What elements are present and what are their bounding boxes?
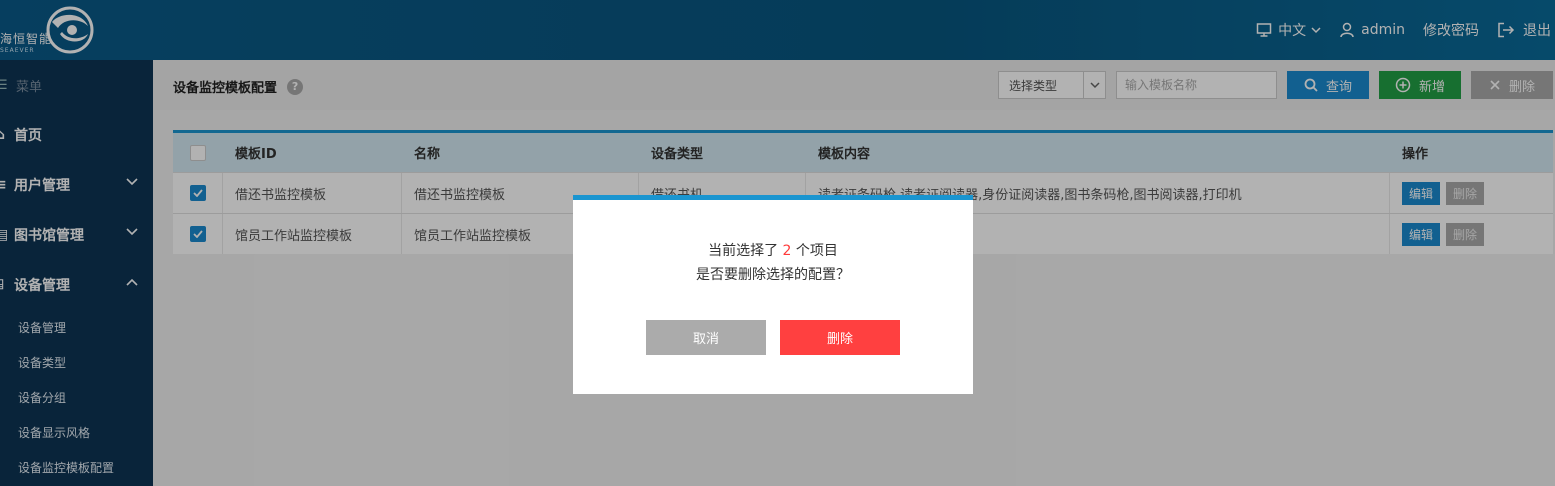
dialog-question: 是否要删除选择的配置？ xyxy=(696,267,850,283)
confirm-delete-dialog: 当前选择了 2 个项目 是否要删除选择的配置？ 取消 删除 xyxy=(573,195,973,394)
confirm-delete-button[interactable]: 删除 xyxy=(780,320,900,355)
cancel-button[interactable]: 取消 xyxy=(646,320,766,355)
dialog-count-prefix: 当前选择了 xyxy=(708,243,779,259)
dialog-count-suffix: 个项目 xyxy=(795,243,838,259)
dialog-message-count: 当前选择了 2 个项目 xyxy=(573,240,973,260)
selected-count: 2 xyxy=(782,243,792,259)
